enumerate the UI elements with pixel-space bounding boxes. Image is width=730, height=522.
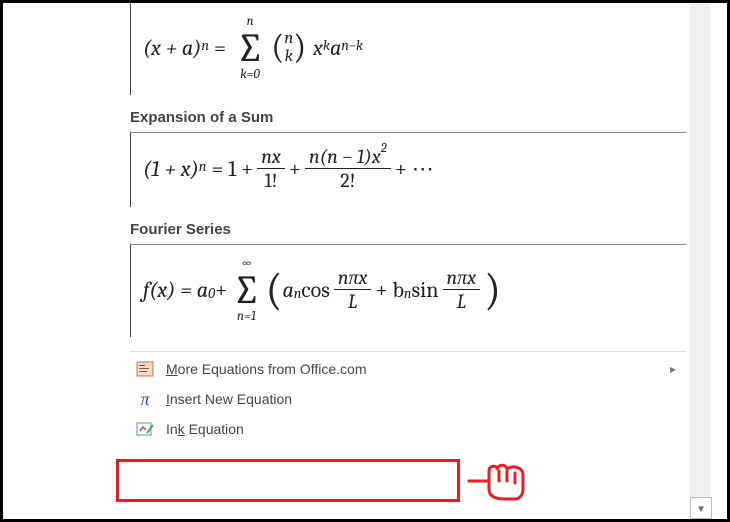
fraction: nπx L xyxy=(334,266,372,314)
equation-item-fourier[interactable]: f(x) = a0 + ∞ ∑ n=1 ( an cos nπx L xyxy=(130,244,686,337)
menu-label: More Equations from Office.com xyxy=(166,361,367,377)
fraction: n(n − 1)x2 2! xyxy=(305,145,391,193)
fraction: nπx L xyxy=(443,266,481,314)
menu-ink-equation[interactable]: Ink Equation xyxy=(130,414,686,444)
binomial-coeff: ( n k ) xyxy=(271,30,306,66)
scroll-down-button[interactable]: ▾ xyxy=(690,497,712,519)
equation-item-binomial[interactable]: (x + a)n = n ∑ k=0 ( n k ) xk an xyxy=(130,3,686,95)
equation-item-expansion[interactable]: (1 + x)n = 1 + nx 1! + n(n − 1)x2 2! + ⋯ xyxy=(130,132,686,207)
binomial-lhs-base: (x + a) xyxy=(143,35,201,61)
menu-more-equations[interactable]: More Equations from Office.com ▸ xyxy=(130,354,686,384)
ink-equation-icon xyxy=(134,419,156,439)
menu-label: Ink Equation xyxy=(166,421,244,437)
binomial-lhs-exp: n xyxy=(201,37,209,54)
pi-icon: π xyxy=(134,389,156,409)
annotation-pointing-hand-icon xyxy=(463,459,525,501)
submenu-arrow-icon: ▸ xyxy=(670,362,676,376)
office-icon xyxy=(134,359,156,379)
heading-fourier: Fourier Series xyxy=(130,221,686,238)
menu-insert-new-equation[interactable]: π Insert New Equation xyxy=(130,384,686,414)
sigma-sum-icon: ∞ ∑ n=1 xyxy=(232,257,260,323)
menu-separator xyxy=(130,351,686,352)
scrollbar[interactable]: ▾ xyxy=(690,3,710,519)
sigma-sum-icon: n ∑ k=0 xyxy=(236,15,264,81)
gallery-content: (x + a)n = n ∑ k=0 ( n k ) xk an xyxy=(130,3,686,519)
menu-label: Insert New Equation xyxy=(166,391,292,407)
equation-gallery-panel: ▾ (x + a)n = n ∑ k=0 ( n k ) xyxy=(116,3,710,519)
heading-expansion: Expansion of a Sum xyxy=(130,109,686,126)
fraction: nx 1! xyxy=(257,145,285,193)
